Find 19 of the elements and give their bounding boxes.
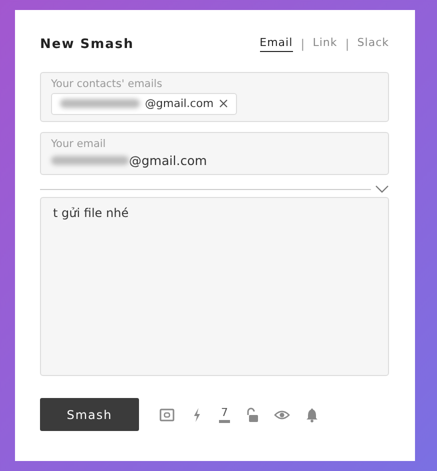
email-value: @gmail.com — [129, 153, 207, 168]
chevron-down-icon[interactable] — [375, 185, 389, 193]
field-label: Your email — [51, 138, 107, 150]
message-field[interactable]: t gửi file nhé — [40, 197, 389, 376]
panel-title: New Smash — [40, 36, 134, 52]
email-field[interactable]: Your email @gmail.com — [40, 132, 389, 175]
email-chip[interactable]: @gmail.com — [51, 93, 237, 115]
tab-separator: | — [345, 37, 350, 51]
tab[interactable]: Email — [260, 36, 293, 52]
tab-separator: | — [300, 37, 305, 51]
field-label: Your contacts' emails — [51, 78, 164, 90]
bell-icon[interactable] — [304, 406, 320, 422]
close-icon[interactable] — [218, 99, 228, 108]
tab[interactable]: Slack — [357, 36, 389, 52]
tab[interactable]: Link — [312, 36, 338, 52]
expiry-days[interactable]: 7 — [219, 406, 230, 423]
contacts-field[interactable]: Your contacts' emails @gmail.com — [40, 72, 389, 122]
smash-button[interactable]: Smash — [40, 398, 139, 431]
photo-icon[interactable] — [159, 406, 175, 422]
